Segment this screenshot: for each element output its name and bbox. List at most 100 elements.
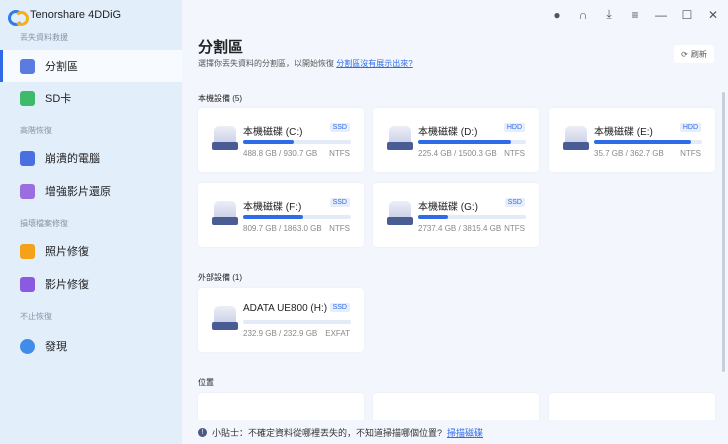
window-controls: ● ∩ ⤓ ≡ — ☐ ✕	[550, 7, 720, 22]
sidebar-item-label: 分割區	[45, 61, 78, 73]
local-devices-label: 本機設備 (5)	[198, 94, 242, 103]
location-card-desktop[interactable]	[198, 393, 364, 423]
usage-fill	[418, 140, 511, 144]
app-title: Tenorshare 4DDiG	[30, 9, 122, 21]
photo-icon	[20, 243, 35, 259]
usage-fill	[243, 140, 294, 144]
drive-size: 488.8 GB / 930.7 GB	[243, 149, 318, 158]
drive-size: 2737.4 GB / 3815.4 GB	[418, 224, 502, 233]
drive-size: 232.9 GB / 232.9 GB	[243, 329, 318, 338]
drive-size: 35.7 GB / 362.7 GB	[594, 149, 664, 158]
main-panel: ● ∩ ⤓ ≡ — ☐ ✕ 分割區 選擇你丟失資料的分割區，以開始恢復 分割區沒…	[182, 0, 728, 444]
app-logo: Tenorshare 4DDiG	[8, 8, 122, 26]
maximize-icon[interactable]: ☐	[680, 8, 694, 22]
usage-fill	[418, 215, 449, 219]
close-icon[interactable]: ✕	[706, 8, 720, 22]
sidebar-item-label: SD卡	[45, 93, 72, 105]
section-label: 丟失資料救援	[20, 33, 68, 42]
download-icon[interactable]: ⤓	[602, 7, 616, 22]
drive-name: 本機磁碟 (C:)	[243, 127, 303, 138]
sidebar-item-label: 發現	[45, 341, 67, 353]
file-system: EXFAT	[325, 329, 350, 338]
sidebar-item-label: 影片修復	[45, 279, 89, 291]
usage-bar	[418, 140, 526, 144]
sd-card-icon	[20, 90, 35, 106]
usage-bar	[594, 140, 702, 144]
drive-name: 本機磁碟 (F:)	[243, 202, 302, 213]
subtitle-text: 選擇你丟失資料的分割區，以開始恢復	[198, 59, 334, 68]
usage-bar	[418, 215, 526, 219]
file-system: NTFS	[504, 149, 525, 158]
info-icon: !	[198, 427, 207, 437]
drive-name: 本機磁碟 (D:)	[418, 127, 478, 138]
drive-card[interactable]: 本機磁碟 (E:) HDD 35.7 GB / 362.7 GB NTFS	[549, 108, 715, 172]
menu-icon[interactable]: ≡	[628, 8, 642, 22]
location-label: 位置	[198, 378, 214, 387]
section-label: 損壞檔案修復	[20, 219, 68, 228]
drive-size: 809.7 GB / 1863.0 GB	[243, 224, 322, 233]
refresh-icon: ⟳	[681, 49, 688, 59]
page-subtitle: 選擇你丟失資料的分割區，以開始恢復 分割區沒有展示出來?	[198, 58, 413, 69]
usage-bar	[243, 320, 351, 324]
drive-name: 本機磁碟 (G:)	[418, 202, 478, 213]
file-system: NTFS	[680, 149, 701, 158]
drive-size: 225.4 GB / 1500.3 GB	[418, 149, 497, 158]
drive-icon	[387, 126, 413, 152]
drive-type-badge: SSD	[329, 303, 350, 312]
sidebar-item-discover[interactable]: 發現	[0, 330, 182, 362]
sidebar-item-sd-card[interactable]: SD卡	[0, 82, 182, 114]
partition-icon	[20, 58, 35, 74]
sidebar-item-label: 崩潰的電腦	[45, 153, 100, 165]
refresh-button[interactable]: ⟳ 刷新	[674, 45, 714, 63]
drive-card[interactable]: ADATA UE800 (H:) SSD 232.9 GB / 232.9 GB…	[198, 288, 364, 352]
drive-name: 本機磁碟 (E:)	[594, 127, 653, 138]
usage-fill	[243, 215, 304, 219]
sidebar-item-photo-repair[interactable]: 照片修復	[0, 235, 182, 267]
chat-bot-icon[interactable]: ●	[550, 8, 564, 22]
drive-icon	[212, 201, 238, 227]
drive-type-badge: SSD	[504, 198, 525, 207]
sidebar-item-label: 增強影片還原	[45, 186, 111, 198]
minimize-icon[interactable]: —	[654, 8, 668, 22]
scan-disk-link[interactable]: 掃描磁碟	[447, 426, 483, 439]
page-title: 分割區	[198, 39, 244, 56]
drive-name: ADATA UE800 (H:)	[243, 303, 328, 314]
drive-type-badge: SSD	[329, 123, 350, 132]
drive-icon	[212, 126, 238, 152]
video-icon	[20, 276, 35, 292]
logo-icon	[8, 8, 29, 26]
usage-bar	[243, 215, 351, 219]
video-recovery-icon	[20, 183, 35, 199]
sidebar-item-label: 照片修復	[45, 246, 89, 258]
tip-text: 小貼士：不確定資料從哪裡丟失的，不知道掃描哪個位置?	[212, 427, 443, 438]
drive-type-badge: HDD	[679, 123, 701, 132]
drive-icon	[387, 201, 413, 227]
file-system: NTFS	[329, 149, 350, 158]
drive-card[interactable]: 本機磁碟 (G:) SSD 2737.4 GB / 3815.4 GB NTFS	[373, 183, 539, 247]
drive-type-badge: HDD	[503, 123, 525, 132]
drive-icon	[212, 306, 238, 332]
headset-icon[interactable]: ∩	[576, 8, 590, 22]
sidebar: Tenorshare 4DDiG 丟失資料救援 分割區 SD卡 高階恢復 崩潰的…	[0, 0, 182, 444]
external-devices-label: 外部設備 (1)	[198, 273, 242, 282]
location-card-recycle-bin[interactable]	[373, 393, 539, 423]
scrollbar[interactable]	[722, 92, 725, 372]
partition-missing-link[interactable]: 分割區沒有展示出來?	[336, 59, 412, 68]
drive-card[interactable]: 本機磁碟 (D:) HDD 225.4 GB / 1500.3 GB NTFS	[373, 108, 539, 172]
sidebar-item-enhanced-video[interactable]: 增強影片還原	[0, 175, 182, 207]
tip-bar: ! 小貼士：不確定資料從哪裡丟失的，不知道掃描哪個位置? 掃描磁碟	[182, 420, 728, 444]
sidebar-item-crashed-pc[interactable]: 崩潰的電腦	[0, 142, 182, 174]
file-system: NTFS	[504, 224, 525, 233]
section-label: 高階恢復	[20, 126, 52, 135]
refresh-label: 刷新	[690, 49, 707, 59]
drive-card[interactable]: 本機磁碟 (C:) SSD 488.8 GB / 930.7 GB NTFS	[198, 108, 364, 172]
sidebar-item-video-repair[interactable]: 影片修復	[0, 268, 182, 300]
location-card-folder[interactable]	[549, 393, 715, 423]
compass-icon	[20, 338, 35, 354]
drive-icon	[563, 126, 589, 152]
sidebar-item-partition[interactable]: 分割區	[0, 50, 182, 82]
crashed-pc-icon	[20, 150, 35, 166]
drive-card[interactable]: 本機磁碟 (F:) SSD 809.7 GB / 1863.0 GB NTFS	[198, 183, 364, 247]
section-label: 不止恢復	[20, 312, 52, 321]
usage-fill	[594, 140, 692, 144]
